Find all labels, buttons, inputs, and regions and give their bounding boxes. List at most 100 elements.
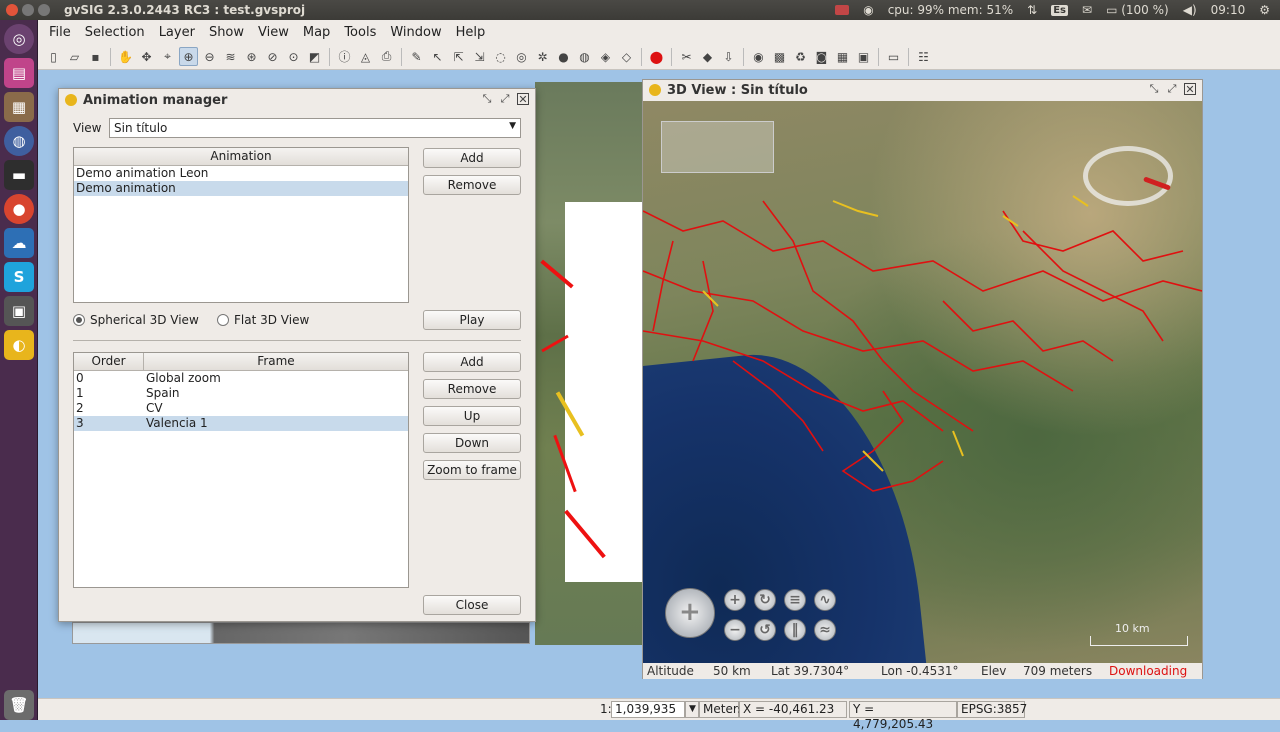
- zoom-to-frame-button[interactable]: Zoom to frame: [423, 460, 521, 480]
- files-icon[interactable]: ▦: [4, 92, 34, 122]
- power-icon[interactable]: ⚙: [1259, 3, 1270, 17]
- screen-icon[interactable]: ▣: [4, 296, 34, 326]
- blank-doc-icon[interactable]: ▭: [884, 47, 903, 66]
- cpu-mem-indicator[interactable]: cpu: 99% mem: 51%: [888, 3, 1013, 17]
- camera-icon[interactable]: ◙: [812, 47, 831, 66]
- frame-row[interactable]: 0 Global zoom: [74, 371, 408, 386]
- rotate-icon[interactable]: ↻: [754, 589, 776, 611]
- rotate-reverse-icon[interactable]: ↺: [754, 619, 776, 641]
- layer-add-icon[interactable]: ◆: [698, 47, 717, 66]
- select-buffer-icon[interactable]: ◎: [512, 47, 531, 66]
- image-icon[interactable]: ▣: [854, 47, 873, 66]
- globe-icon[interactable]: ◉: [749, 47, 768, 66]
- volume-icon[interactable]: ◀): [1183, 3, 1197, 17]
- table-icon[interactable]: ▦: [833, 47, 852, 66]
- open-icon[interactable]: ▱: [65, 47, 84, 66]
- minimize-window-button[interactable]: [22, 4, 34, 16]
- tag-icon[interactable]: ◇: [617, 47, 636, 66]
- globe-3d-canvas[interactable]: 10 km + + ↻ ≡ ∿ − ↺ ‖ ≈: [643, 101, 1202, 663]
- terrain-up-icon[interactable]: ∿: [814, 589, 836, 611]
- zoom-prev-icon[interactable]: ⊘: [263, 47, 282, 66]
- view-select[interactable]: Sin título ▼: [109, 118, 521, 138]
- maximize-window-button[interactable]: [38, 4, 50, 16]
- play-button[interactable]: Play: [423, 310, 521, 330]
- select-rect-icon[interactable]: ⇱: [449, 47, 468, 66]
- terminal-icon[interactable]: ▬: [4, 160, 34, 190]
- recycle-icon[interactable]: ♻: [791, 47, 810, 66]
- clock[interactable]: 09:10: [1211, 3, 1246, 17]
- battery-indicator[interactable]: ▭ (100 %): [1106, 3, 1169, 17]
- units-field[interactable]: Meters: [699, 701, 744, 718]
- frame-row-selected[interactable]: 3 Valencia 1: [74, 416, 408, 431]
- pan-icon[interactable]: ✋: [116, 47, 135, 66]
- zoom-out-icon[interactable]: −: [724, 619, 746, 641]
- animation-column-header[interactable]: Animation: [74, 148, 408, 165]
- transfer-icon[interactable]: ⇅: [1027, 3, 1037, 17]
- restore-icon[interactable]: ⤡: [481, 93, 493, 105]
- dash-icon[interactable]: ◎: [4, 24, 34, 54]
- add-frame-button[interactable]: Add: [423, 352, 521, 372]
- tilt-down-icon[interactable]: ‖: [784, 619, 806, 641]
- zoom-out-icon[interactable]: ⊖: [200, 47, 219, 66]
- chrome-icon[interactable]: ●: [4, 194, 34, 224]
- tools-icon[interactable]: ✂: [677, 47, 696, 66]
- map-2d-view[interactable]: [535, 82, 643, 645]
- menu-selection[interactable]: Selection: [78, 25, 152, 40]
- frame-row[interactable]: 1 Spain: [74, 386, 408, 401]
- close-window-button[interactable]: [6, 4, 18, 16]
- menu-tools[interactable]: Tools: [337, 25, 383, 40]
- zoom-extent-icon[interactable]: ⌖: [158, 47, 177, 66]
- layers-icon[interactable]: ≋: [221, 47, 240, 66]
- map-2d-lower-strip[interactable]: [72, 622, 530, 644]
- zoom-full-icon[interactable]: ✥: [137, 47, 156, 66]
- menu-view[interactable]: View: [251, 25, 296, 40]
- select-icon[interactable]: ↖: [428, 47, 447, 66]
- measure-icon[interactable]: ◬: [356, 47, 375, 66]
- frame-column-header[interactable]: Frame: [144, 353, 408, 370]
- navigation-pad-icon[interactable]: +: [665, 588, 715, 638]
- menu-map[interactable]: Map: [296, 25, 337, 40]
- zoom-layer-icon[interactable]: ⊙: [284, 47, 303, 66]
- menu-file[interactable]: File: [42, 25, 78, 40]
- keyboard-layout-indicator[interactable]: Es: [1051, 4, 1069, 16]
- network-icon[interactable]: ◉: [863, 3, 873, 17]
- skype-icon[interactable]: S: [4, 262, 34, 292]
- view-3d-title-bar[interactable]: 3D View : Sin título: [643, 80, 1202, 100]
- menu-layer[interactable]: Layer: [152, 25, 202, 40]
- terrain-down-icon[interactable]: ≈: [814, 619, 836, 641]
- invert-select-icon[interactable]: ◈: [596, 47, 615, 66]
- scale-dropdown-icon[interactable]: ▼: [685, 701, 699, 718]
- print-icon[interactable]: ⎙: [377, 47, 396, 66]
- zoom-in-icon[interactable]: +: [724, 589, 746, 611]
- maximize-icon[interactable]: ⤢: [499, 93, 511, 105]
- browser-icon[interactable]: ◍: [4, 126, 34, 156]
- animation-row-selected[interactable]: Demo animation: [74, 181, 408, 196]
- sphere-icon[interactable]: ●: [554, 47, 573, 66]
- grid-icon[interactable]: ▩: [770, 47, 789, 66]
- close-icon[interactable]: ✕: [1184, 83, 1196, 95]
- zoom-select-icon[interactable]: ⊛: [242, 47, 261, 66]
- save-icon[interactable]: ▪: [86, 47, 105, 66]
- locator-icon[interactable]: ◩: [305, 47, 324, 66]
- app-launcher-icon[interactable]: ▤: [4, 58, 34, 88]
- select-circle-icon[interactable]: ◌: [491, 47, 510, 66]
- flat-3d-radio[interactable]: Flat 3D View: [217, 313, 309, 327]
- close-icon[interactable]: ✕: [517, 93, 529, 105]
- restore-icon[interactable]: ⤡: [1148, 83, 1160, 95]
- select-poly-icon[interactable]: ⇲: [470, 47, 489, 66]
- close-button[interactable]: Close: [423, 595, 521, 615]
- maximize-icon[interactable]: ⤢: [1166, 83, 1178, 95]
- up-button[interactable]: Up: [423, 406, 521, 426]
- menu-show[interactable]: Show: [202, 25, 251, 40]
- remove-frame-button[interactable]: Remove: [423, 379, 521, 399]
- record-icon[interactable]: [835, 5, 850, 15]
- animation-row[interactable]: Demo animation Leon: [74, 166, 408, 181]
- compass-icon[interactable]: [1083, 146, 1173, 206]
- remove-animation-button[interactable]: Remove: [423, 175, 521, 195]
- gvsig-icon[interactable]: ◐: [4, 330, 34, 360]
- tilt-up-icon[interactable]: ≡: [784, 589, 806, 611]
- trash-icon[interactable]: 🗑: [4, 690, 34, 720]
- list-icon[interactable]: ☷: [914, 47, 933, 66]
- order-column-header[interactable]: Order: [74, 353, 144, 370]
- download-icon[interactable]: ⇩: [719, 47, 738, 66]
